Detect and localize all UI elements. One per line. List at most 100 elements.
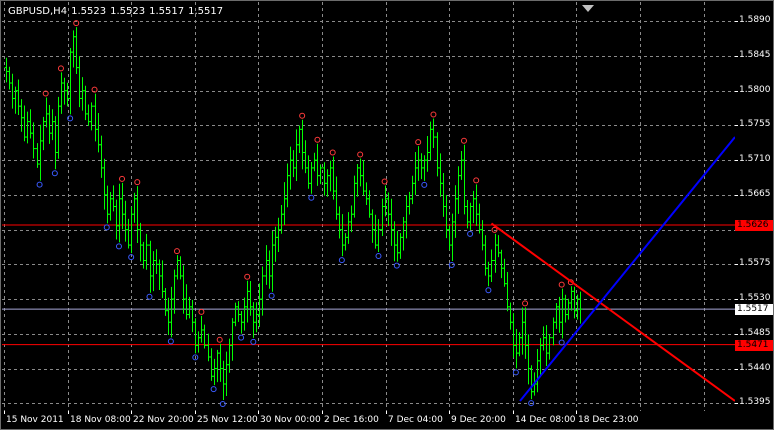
ohlc-bar [105, 185, 110, 224]
price-tick-label: 1.5395 [739, 397, 771, 407]
ohlc-bar [10, 73, 15, 109]
price-tick-mark [735, 264, 738, 265]
ohlc-bar [447, 225, 452, 251]
ohlc-bar [50, 109, 55, 141]
ohlc-bar [224, 351, 229, 396]
time-tick-label: 9 Dec 20:00 [451, 415, 506, 425]
time-tick-mark [322, 411, 323, 414]
ohlc-bar [282, 182, 287, 226]
ohlc-bar [166, 297, 171, 336]
ohlc-bar [416, 146, 421, 181]
open-value: 1.5523 [71, 6, 107, 17]
ohlc-bar [148, 240, 153, 293]
chart-header: GBPUSD,H4 1.5523 1.5523 1.5517 1.5517 [8, 6, 227, 17]
ohlc-bar [68, 47, 73, 115]
ohlc-bar [441, 172, 446, 217]
price-tick-label: 1.5440 [739, 363, 771, 373]
price-tick-label: 1.5485 [739, 328, 771, 338]
ohlc-bar [260, 266, 265, 316]
ohlc-bar [526, 334, 531, 385]
ohlc-bar [367, 190, 372, 218]
fractal-up-marker [381, 178, 388, 185]
ohlc-bar [425, 136, 430, 172]
price-tick-mark [735, 160, 738, 161]
ohlc-bar [569, 286, 574, 311]
ohlc-bar [346, 212, 351, 244]
ohlc-bar [215, 349, 220, 383]
ohlc-bar [138, 222, 143, 262]
price-tick-label: 1.5710 [739, 154, 771, 164]
price-chart-svg[interactable] [2, 2, 735, 411]
ohlc-bar [196, 331, 201, 353]
price-tick-mark [735, 125, 738, 126]
ohlc-bar [419, 153, 424, 180]
fractal-down-marker [51, 170, 58, 177]
time-tick-label: 30 Nov 00:00 [260, 415, 321, 425]
ohlc-bar [59, 72, 64, 114]
ohlc-bar [120, 182, 125, 230]
close-value: 1.5517 [188, 6, 224, 17]
ohlc-bar [44, 97, 49, 128]
price-chart-area[interactable]: GBPUSD,H4 1.5523 1.5523 1.5517 1.5517 [2, 2, 735, 411]
ohlc-bar [496, 235, 501, 258]
ohlc-bar [132, 192, 137, 223]
ohlc-bar [572, 286, 577, 319]
time-tick-mark [195, 411, 196, 414]
ohlc-bar [212, 358, 217, 386]
ohlc-bar [438, 153, 443, 197]
price-tick-label: 1.5890 [739, 15, 771, 25]
ohlc-bar [279, 205, 284, 234]
time-axis[interactable]: 15 Nov 2011 18 Nov 08:00 22 Nov 20:00 25 No… [2, 411, 735, 430]
price-tick-mark [735, 299, 738, 300]
fractal-up-marker [57, 65, 64, 72]
ohlc-bar [169, 286, 174, 338]
chart-window[interactable]: GBPUSD,H4 1.5523 1.5523 1.5517 1.5517 1.5890… [0, 0, 774, 430]
ohlc-bar [505, 271, 510, 312]
price-tick-mark [735, 334, 738, 335]
ohlc-bar [7, 66, 12, 90]
ohlc-bar [508, 302, 513, 330]
ohlc-bar [520, 307, 525, 355]
ohlc-bar [309, 162, 314, 194]
ohlc-bar [285, 163, 290, 208]
fractal-up-marker [357, 151, 364, 158]
ohlc-bar [273, 226, 278, 262]
ohlc-bar [218, 343, 223, 382]
time-tick-label: 14 Dec 08:00 [515, 415, 576, 425]
fractal-down-marker [375, 253, 382, 260]
ohlc-bar [123, 200, 128, 242]
ohlc-bar [462, 144, 467, 215]
ohlc-bar [386, 192, 391, 227]
ohlc-bar [291, 150, 296, 178]
price-axis[interactable]: 1.5890 1.5845 1.5800 1.5755 1.5710 1.5665 1.56… [735, 2, 774, 412]
current-price-tag: 1.5517 [735, 304, 773, 315]
ohlc-bar [544, 325, 549, 367]
ohlc-bar [77, 56, 82, 108]
price-tick-mark [735, 91, 738, 92]
ohlc-bar [242, 297, 247, 331]
symbol-label: GBPUSD,H4 [8, 6, 68, 17]
fractal-up-marker [216, 336, 223, 343]
chart-shift-marker-icon[interactable] [582, 5, 594, 12]
fractal-down-marker [485, 287, 492, 294]
ohlc-bar [25, 111, 30, 144]
ohlc-bar [53, 116, 58, 170]
ohlc-bar [489, 249, 494, 283]
ohlc-bar [551, 317, 556, 346]
ohlc-bar [96, 112, 101, 153]
price-tick-mark [735, 56, 738, 57]
ohlc-bar [248, 280, 253, 316]
ohlc-bar [352, 175, 357, 218]
price-tick-label: 1.5845 [739, 50, 771, 60]
ohlc-bar [343, 233, 348, 251]
ohlc-bar [404, 195, 409, 239]
fractal-up-marker [134, 179, 141, 186]
ohlc-bar [541, 326, 546, 351]
fractal-down-marker [308, 194, 315, 201]
fractal-up-marker [299, 112, 306, 119]
ohlc-bar [233, 302, 238, 327]
fractal-down-marker [467, 230, 474, 237]
fractal-down-marker [250, 338, 257, 345]
ohlc-bar [514, 328, 519, 369]
ohlc-bar [547, 334, 552, 360]
